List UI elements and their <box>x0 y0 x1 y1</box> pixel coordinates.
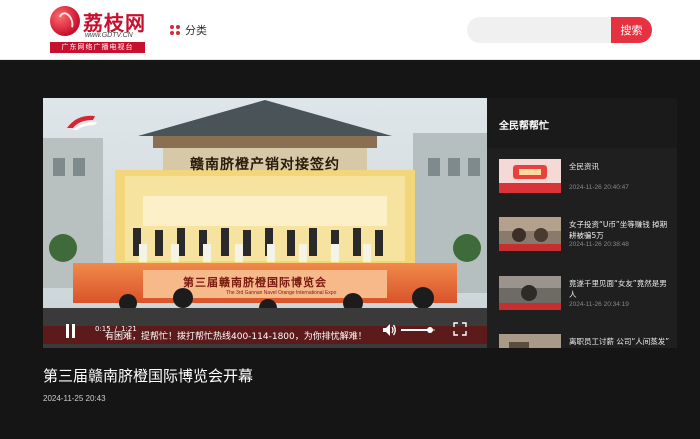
sidebar-header: 全民帮帮忙 <box>487 98 677 148</box>
search-button[interactable]: 搜索 <box>611 17 652 43</box>
logo-tagline: 广东网络广播电视台 <box>50 42 145 53</box>
news-time: 2024-11-26 20:40:47 <box>569 184 629 191</box>
sidebar-news-item[interactable]: 离职员工讨薪 公司“人间蒸发” <box>487 328 677 348</box>
category-label: 分类 <box>185 24 207 37</box>
duration: 1:21 <box>121 325 137 333</box>
news-thumbnail <box>499 334 561 348</box>
sidebar-news-item[interactable]: 全民资讯 2024-11-26 20:40:47 <box>487 153 677 211</box>
lychee-logo-icon <box>50 6 80 36</box>
sidebar-title: 全民帮帮忙 <box>499 121 549 132</box>
article-title: 第三届赣南脐橙国际博览会开幕 <box>43 367 254 385</box>
volume-icon[interactable] <box>381 322 397 338</box>
current-time: 0:15 <box>95 325 111 333</box>
news-thumbnail <box>499 276 561 310</box>
news-thumbnail <box>499 217 561 251</box>
volume-knob[interactable] <box>426 327 433 333</box>
news-title: 全民资讯 <box>569 162 599 171</box>
category-icon <box>170 25 180 35</box>
video-player[interactable]: 赣南脐橙产销对接签约 第三届赣南脐橙国际博览会 The 3rd Gannan N… <box>43 98 487 348</box>
fullscreen-icon[interactable] <box>453 322 467 336</box>
site-header: 荔枝网 www.GDTV.CN 广东网络广播电视台 分类 搜索 <box>0 0 700 60</box>
play-pause-icon[interactable] <box>65 324 77 338</box>
volume-slider[interactable] <box>401 327 435 333</box>
news-title: 竟遂千里见面“女友”竟然是男人 <box>569 279 667 299</box>
volume-level-fill <box>401 329 430 331</box>
time-display: 0:15/1:21 <box>95 325 137 333</box>
news-time: 2024-11-26 20:38:48 <box>569 241 629 248</box>
sidebar-news-item[interactable]: 女子投资“U币”坐等赚钱 掉期耕被骗5万 2024-11-26 20:38:48 <box>487 211 677 269</box>
frame-stage-title: 第三届赣南脐橙国际博览会 <box>183 276 327 289</box>
time-separator: / <box>114 325 118 333</box>
news-thumbnail <box>499 159 561 193</box>
player-controls: 0:15/1:21 <box>43 316 487 348</box>
article-date: 2024-11-25 20:43 <box>43 394 106 403</box>
video-frame <box>43 98 487 348</box>
category-menu[interactable]: 分类 <box>170 22 207 38</box>
site-logo[interactable]: 荔枝网 www.GDTV.CN 广东网络广播电视台 <box>50 6 150 54</box>
news-title: 女子投资“U币”坐等赚钱 掉期耕被骗5万 <box>569 220 668 240</box>
news-time: 2024-11-26 20:34:19 <box>569 301 629 308</box>
sidebar-news-item[interactable]: 竟遂千里见面“女友”竟然是男人 2024-11-26 20:34:19 <box>487 270 677 328</box>
frame-stage-subtitle: The 3rd Gannan Navel Orange Internationa… <box>226 290 337 296</box>
news-title: 离职员工讨薪 公司“人间蒸发” <box>569 337 670 346</box>
related-sidebar: 全民帮帮忙 全民资讯 2024-11-26 20:40:47 女子投资“U币”坐… <box>487 98 677 348</box>
logo-url: www.GDTV.CN <box>85 32 133 39</box>
search-input[interactable] <box>467 17 612 43</box>
frame-banner-title: 赣南脐橙产销对接签约 <box>190 157 340 173</box>
channel-logo-icon <box>67 115 97 130</box>
